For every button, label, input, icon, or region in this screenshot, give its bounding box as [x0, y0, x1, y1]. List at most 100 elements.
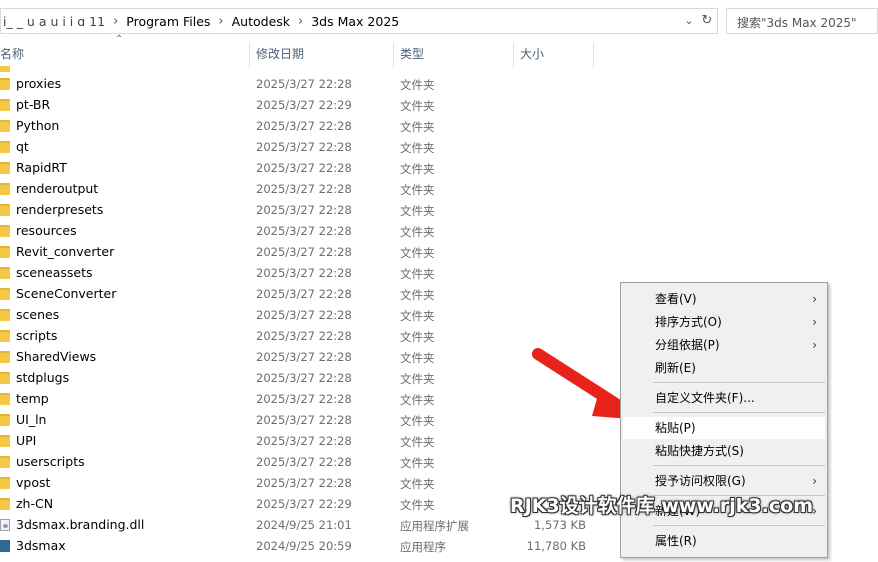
- breadcrumb-separator-icon[interactable]: ›: [109, 14, 122, 29]
- menu-item-properties[interactable]: 属性(R): [623, 530, 825, 552]
- list-item[interactable]: Python 2025/3/27 22:28 文件夹: [0, 116, 620, 137]
- column-divider[interactable]: [513, 42, 514, 68]
- file-type: 文件夹: [400, 435, 435, 449]
- list-item[interactable]: SceneConverter 2025/3/27 22:28 文件夹: [0, 284, 620, 305]
- file-type: 文件夹: [400, 288, 435, 302]
- list-item[interactable]: scenes 2025/3/27 22:28 文件夹: [0, 305, 620, 326]
- list-item[interactable]: scripts 2025/3/27 22:28 文件夹: [0, 326, 620, 347]
- search-input[interactable]: 搜索"3ds Max 2025": [726, 8, 878, 34]
- menu-item-paste-shortcut[interactable]: 粘贴快捷方式(S): [623, 440, 825, 462]
- column-date[interactable]: 修改日期: [256, 42, 304, 66]
- list-item[interactable]: renderpresets 2025/3/27 22:28 文件夹: [0, 200, 620, 221]
- menu-item-label: 排序方式(O): [655, 315, 722, 329]
- refresh-icon[interactable]: ↻: [698, 11, 716, 31]
- file-name: proxies: [16, 76, 62, 91]
- column-divider[interactable]: [249, 42, 250, 68]
- file-name: qt: [16, 139, 29, 154]
- file-type: 文件夹: [400, 393, 435, 407]
- breadcrumb-item-autodesk[interactable]: Autodesk: [228, 14, 294, 29]
- list-item[interactable]: renderoutput 2025/3/27 22:28 文件夹: [0, 179, 620, 200]
- list-item[interactable]: Revit_converter 2025/3/27 22:28 文件夹: [0, 242, 620, 263]
- menu-item-customize-folder[interactable]: 自定义文件夹(F)...: [623, 387, 825, 409]
- file-size: 1,573 KB: [533, 518, 586, 532]
- file-type: 文件夹: [400, 267, 435, 281]
- list-item[interactable]: stdplugs 2025/3/27 22:28 文件夹: [0, 368, 620, 389]
- list-item[interactable]: temp 2025/3/27 22:28 文件夹: [0, 389, 620, 410]
- column-divider[interactable]: [393, 42, 394, 68]
- file-date: 2025/3/27 22:28: [256, 413, 352, 427]
- list-item[interactable]: qt 2025/3/27 22:28 文件夹: [0, 137, 620, 158]
- column-name[interactable]: 名称: [0, 42, 24, 66]
- file-date: 2025/3/27 22:28: [256, 182, 352, 196]
- list-item[interactable]: UPI 2025/3/27 22:28 文件夹: [0, 431, 620, 452]
- address-field[interactable]: i_ _ u a u i i ɑ 11 › Program Files › Au…: [0, 8, 718, 34]
- column-size[interactable]: 大小: [520, 42, 544, 66]
- file-type: 文件夹: [400, 120, 435, 134]
- menu-item-paste[interactable]: 粘贴(P): [623, 417, 825, 439]
- list-item[interactable]: userscripts 2025/3/27 22:28 文件夹: [0, 452, 620, 473]
- folder-icon: [0, 351, 10, 363]
- menu-item-sort-by[interactable]: 排序方式(O) ›: [623, 311, 825, 333]
- column-divider[interactable]: [593, 42, 594, 68]
- column-header-row: ⌃ 名称 修改日期 类型 大小: [0, 34, 878, 68]
- file-type: 文件夹: [400, 99, 435, 113]
- file-date: 2025/3/27 22:28: [256, 308, 352, 322]
- file-date: 2025/3/27 22:28: [256, 77, 352, 91]
- list-item[interactable]: RapidRT 2025/3/27 22:28 文件夹: [0, 158, 620, 179]
- menu-item-view[interactable]: 查看(V) ›: [623, 288, 825, 310]
- chevron-down-icon[interactable]: ⌄: [681, 11, 697, 31]
- menu-item-label: 粘贴快捷方式(S): [655, 444, 744, 458]
- file-name: UI_ln: [16, 412, 47, 427]
- folder-icon: [0, 435, 10, 447]
- folder-icon: [0, 162, 10, 174]
- file-name: SceneConverter: [16, 286, 117, 301]
- list-item[interactable]: UI_ln 2025/3/27 22:28 文件夹: [0, 410, 620, 431]
- column-type[interactable]: 类型: [400, 42, 424, 66]
- menu-item-label: 授予访问权限(G): [655, 474, 746, 488]
- file-date: 2025/3/27 22:28: [256, 455, 352, 469]
- file-name: sceneassets: [16, 265, 93, 280]
- file-date: 2025/3/27 22:28: [256, 203, 352, 217]
- list-item[interactable]: 3dsmax 2024/9/25 20:59 应用程序 11,780 KB: [0, 536, 620, 557]
- file-name: pt-BR: [16, 97, 51, 112]
- file-name: renderpresets: [16, 202, 104, 217]
- list-item[interactable]: sceneassets 2025/3/27 22:28 文件夹: [0, 263, 620, 284]
- menu-item-group-by[interactable]: 分组依据(P) ›: [623, 334, 825, 356]
- folder-icon: [0, 225, 10, 237]
- list-item[interactable]: pt-BR 2025/3/27 22:29 文件夹: [0, 95, 620, 116]
- folder-icon: [0, 99, 10, 111]
- list-item[interactable]: SharedViews 2025/3/27 22:28 文件夹: [0, 347, 620, 368]
- breadcrumb-item-3ds-max[interactable]: 3ds Max 2025: [307, 14, 403, 29]
- file-date: 2025/3/27 22:29: [256, 497, 352, 511]
- file-date: 2025/3/27 22:28: [256, 140, 352, 154]
- file-name: UPI: [16, 433, 37, 448]
- menu-item-label: 粘贴(P): [655, 421, 696, 435]
- file-type: 文件夹: [400, 246, 435, 260]
- file-type: 文件夹: [400, 372, 435, 386]
- file-date: 2025/3/27 22:28: [256, 266, 352, 280]
- app-icon: [0, 540, 10, 552]
- breadcrumb-separator-icon[interactable]: ›: [294, 14, 307, 29]
- breadcrumb-item-program-files[interactable]: Program Files: [122, 14, 214, 29]
- breadcrumb-separator-icon[interactable]: ›: [214, 14, 227, 29]
- list-item[interactable]: resources 2025/3/27 22:28 文件夹: [0, 221, 620, 242]
- menu-item-label: 刷新(E): [655, 361, 696, 375]
- menu-item-refresh[interactable]: 刷新(E): [623, 357, 825, 379]
- menu-item-give-access[interactable]: 授予访问权限(G) ›: [623, 470, 825, 492]
- dll-icon: [0, 519, 10, 531]
- watermark-text: RJK3设计软件库 www.rjk3.com: [510, 495, 813, 517]
- folder-icon: [0, 288, 10, 300]
- file-name: 3dsmax: [16, 538, 66, 553]
- file-name: SharedViews: [16, 349, 97, 364]
- file-date: 2025/3/27 22:28: [256, 476, 352, 490]
- file-date: 2025/3/27 22:28: [256, 119, 352, 133]
- file-date: 2025/3/27 22:28: [256, 161, 352, 175]
- file-name: Revit_converter: [16, 244, 115, 259]
- file-date: 2025/3/27 22:29: [256, 98, 352, 112]
- breadcrumb-item-root[interactable]: i_ _ u a u i i ɑ 11: [1, 14, 109, 29]
- list-item[interactable]: 3dsmax.branding.dll 2024/9/25 21:01 应用程序扩展…: [0, 515, 620, 536]
- folder-icon: [0, 498, 10, 510]
- breadcrumb: i_ _ u a u i i ɑ 11 › Program Files › Au…: [1, 9, 403, 33]
- file-type: 文件夹: [400, 162, 435, 176]
- list-item[interactable]: proxies 2025/3/27 22:28 文件夹: [0, 74, 620, 95]
